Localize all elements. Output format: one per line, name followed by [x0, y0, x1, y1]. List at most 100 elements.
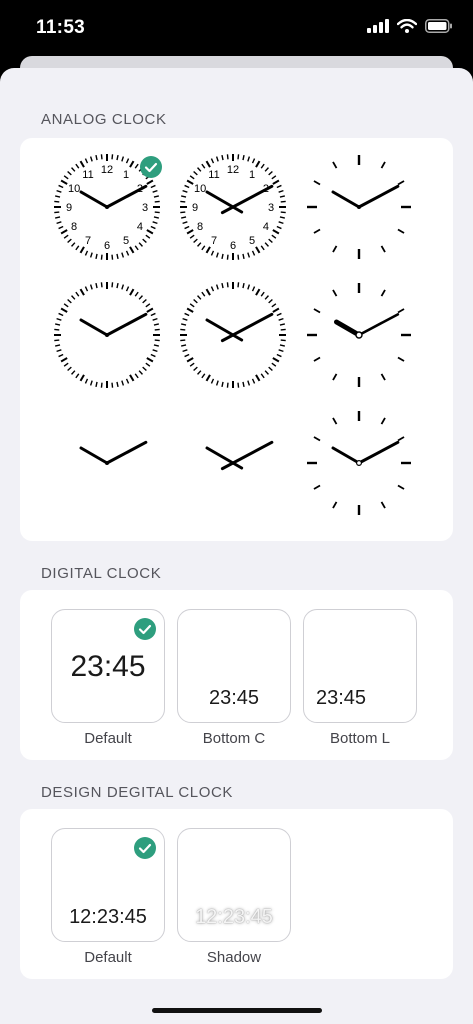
clock-tick: [271, 234, 277, 239]
clock-tick: [278, 317, 284, 321]
clock-tick: [146, 179, 154, 185]
clock-tick: [313, 308, 321, 314]
clock-tick: [150, 184, 156, 189]
clock-tick: [237, 282, 240, 288]
clock-tick: [75, 163, 80, 169]
clock-tick: [60, 179, 68, 185]
clock-number: 10: [194, 183, 206, 195]
clock-number: 11: [208, 169, 219, 181]
clock-number: 7: [211, 235, 217, 247]
digital-tile-default[interactable]: 23:45: [51, 609, 165, 723]
digital-default-time: 23:45: [70, 650, 146, 683]
clock-tick: [397, 180, 405, 186]
clock-tick: [142, 366, 147, 371]
clock-tick: [184, 184, 190, 189]
clock-tick: [153, 195, 159, 198]
clock-tick: [332, 161, 338, 169]
digital-tile-bottom-c[interactable]: 23:45: [177, 609, 291, 723]
analog-clock-face: [307, 411, 411, 515]
analog-clock-option[interactable]: [304, 280, 414, 390]
analog-clock-option[interactable]: [52, 280, 162, 390]
clock-tick: [181, 323, 187, 326]
design-section-title: DESIGN DEGITAL CLOCK: [41, 784, 234, 801]
analog-clock-face: [205, 440, 274, 471]
digital-bottom-c-label: Bottom C: [202, 730, 266, 747]
clock-tick: [125, 250, 130, 256]
clock-tick: [111, 282, 114, 288]
analog-clock-option[interactable]: [52, 408, 162, 518]
minute-hand: [357, 440, 400, 465]
clock-tick: [201, 373, 206, 379]
clock-number: 5: [249, 235, 255, 247]
clock-tick: [180, 200, 186, 203]
minute-hand: [220, 184, 274, 215]
analog-clock-option[interactable]: [178, 280, 288, 390]
clock-tick: [272, 229, 280, 235]
clock-tick: [84, 250, 89, 256]
clock-tick: [279, 323, 285, 326]
clock-number: 8: [71, 221, 77, 233]
analog-clock-option[interactable]: [304, 152, 414, 262]
clock-tick: [264, 242, 269, 247]
clock-tick: [71, 242, 76, 247]
clock-tick: [237, 254, 240, 260]
hour-hand: [331, 190, 361, 209]
clock-tick: [75, 291, 80, 297]
clock-tick: [221, 253, 224, 259]
clock-tick: [58, 353, 64, 358]
clock-tick: [55, 344, 61, 347]
digital-tile-bottom-l[interactable]: 23:45: [303, 609, 417, 723]
clock-tick: [60, 307, 68, 313]
clock-tick: [276, 353, 282, 358]
clock-tick: [397, 308, 405, 314]
analog-card: 121234567891011121234567891011: [20, 138, 453, 541]
clock-tick: [251, 286, 256, 292]
clock-tick: [60, 357, 68, 363]
clock-tick: [242, 253, 245, 259]
clock-tick: [84, 158, 89, 164]
clock-tick: [67, 171, 72, 176]
analog-clock-option[interactable]: 121234567891011: [178, 152, 288, 262]
clock-tick: [181, 216, 187, 219]
clock-tick: [89, 284, 93, 290]
analog-clock-face: [307, 155, 411, 259]
analog-clock-option[interactable]: [178, 408, 288, 518]
clock-tick: [146, 357, 154, 363]
clock-tick: [397, 228, 405, 234]
minute-hand: [105, 440, 148, 465]
clock-tick: [280, 211, 286, 214]
clock-tick: [189, 234, 195, 239]
analog-clock-option[interactable]: 121234567891011: [52, 152, 162, 262]
clock-tick: [116, 283, 119, 289]
clock-tick: [260, 163, 265, 169]
analog-clock-face: [180, 282, 286, 388]
minute-hand: [357, 184, 400, 209]
clock-tick: [380, 373, 386, 381]
clock-tick: [276, 312, 282, 317]
clock-tick: [89, 252, 93, 258]
hour-hand: [79, 318, 109, 337]
clock-tick: [134, 163, 139, 169]
clock-tick: [242, 155, 245, 161]
clock-tick: [125, 378, 130, 384]
clock-tick: [397, 436, 405, 442]
clock-tick: [55, 216, 61, 219]
clock-tick: [332, 373, 338, 381]
clock-tick: [100, 382, 103, 388]
clock-tick: [189, 303, 195, 308]
clock-tick: [138, 370, 143, 375]
clock-number: 7: [85, 235, 91, 247]
status-icons: [367, 18, 453, 38]
clock-tick: [313, 228, 321, 234]
clock-tick: [313, 180, 321, 186]
design-tile-default[interactable]: 12:23:45: [51, 828, 165, 942]
wifi-icon: [396, 18, 418, 38]
clock-tick: [221, 155, 224, 161]
clock-tick: [153, 216, 159, 219]
clock-tick: [205, 246, 211, 254]
clock-tick: [189, 175, 195, 180]
design-tile-shadow[interactable]: 12:23:45: [177, 828, 291, 942]
clock-tick: [54, 328, 60, 331]
analog-clock-option[interactable]: [304, 408, 414, 518]
clock-tick: [182, 189, 188, 193]
